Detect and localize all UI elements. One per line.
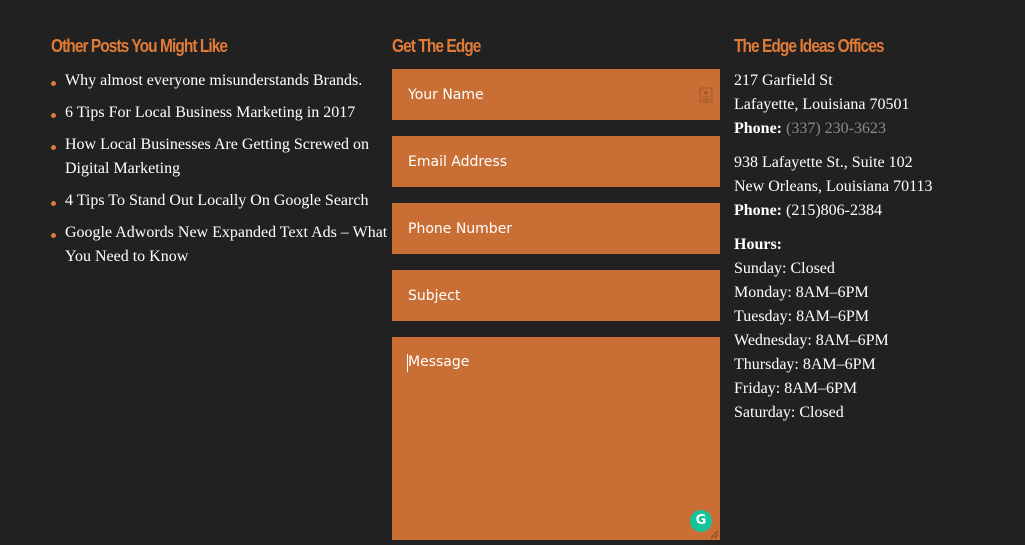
other-posts-heading: Other Posts You Might Like bbox=[51, 36, 228, 56]
office2-phone-row: Phone: (215)806-2384 bbox=[734, 199, 1024, 223]
offices-info: 217 Garfield St Lafayette, Louisiana 705… bbox=[734, 69, 1024, 425]
office2-phone-label: Phone: bbox=[734, 202, 782, 219]
get-the-edge-heading: Get The Edge bbox=[392, 36, 481, 56]
office1-phone-label: Phone: bbox=[734, 120, 782, 137]
post-link[interactable]: 6 Tips For Local Business Marketing in 2… bbox=[65, 104, 355, 121]
hours-monday: Monday: 8AM–6PM bbox=[734, 284, 869, 301]
resize-grip-icon[interactable] bbox=[709, 529, 719, 539]
bullet-icon bbox=[51, 201, 56, 206]
office2-street: 938 Lafayette St., Suite 102 bbox=[734, 154, 913, 171]
phone-field[interactable] bbox=[392, 203, 720, 254]
bullet-icon bbox=[51, 81, 56, 86]
hours-wednesday: Wednesday: 8AM–6PM bbox=[734, 332, 889, 349]
other-posts-list: Why almost everyone misunderstands Brand… bbox=[51, 69, 396, 277]
post-link[interactable]: 4 Tips To Stand Out Locally On Google Se… bbox=[65, 192, 368, 209]
post-link[interactable]: Why almost everyone misunderstands Brand… bbox=[65, 72, 362, 89]
hours-saturday: Saturday: Closed bbox=[734, 404, 844, 421]
office2-phone: (215)806-2384 bbox=[786, 202, 882, 219]
contact-card-icon[interactable] bbox=[699, 87, 713, 103]
list-item: Why almost everyone misunderstands Brand… bbox=[51, 69, 396, 93]
hours-tuesday: Tuesday: 8AM–6PM bbox=[734, 308, 869, 325]
list-item: 4 Tips To Stand Out Locally On Google Se… bbox=[51, 189, 396, 213]
office1-phone-row: Phone: (337) 230-3623 bbox=[734, 117, 1024, 141]
bullet-icon bbox=[51, 145, 56, 150]
office1-city: Lafayette, Louisiana 70501 bbox=[734, 96, 910, 113]
list-item: How Local Businesses Are Getting Screwed… bbox=[51, 133, 396, 181]
email-field[interactable] bbox=[392, 136, 720, 187]
hours-sunday: Sunday: Closed bbox=[734, 260, 835, 277]
office2-city: New Orleans, Louisiana 70113 bbox=[734, 178, 933, 195]
offices-heading: The Edge Ideas Offices bbox=[734, 36, 884, 56]
list-item: 6 Tips For Local Business Marketing in 2… bbox=[51, 101, 396, 125]
bullet-icon bbox=[51, 233, 56, 238]
message-field[interactable] bbox=[392, 337, 720, 540]
hours-friday: Friday: 8AM–6PM bbox=[734, 380, 858, 397]
hours-label: Hours: bbox=[734, 236, 782, 253]
subject-field[interactable] bbox=[392, 270, 720, 321]
post-link[interactable]: How Local Businesses Are Getting Screwed… bbox=[65, 136, 369, 177]
name-field[interactable] bbox=[392, 69, 720, 120]
list-item: Google Adwords New Expanded Text Ads – W… bbox=[51, 221, 396, 269]
post-link[interactable]: Google Adwords New Expanded Text Ads – W… bbox=[65, 224, 387, 265]
text-cursor bbox=[407, 354, 408, 372]
bullet-icon bbox=[51, 113, 56, 118]
hours-thursday: Thursday: 8AM–6PM bbox=[734, 356, 876, 373]
office1-street: 217 Garfield St bbox=[734, 72, 833, 89]
office1-phone-link[interactable]: (337) 230-3623 bbox=[786, 120, 886, 137]
